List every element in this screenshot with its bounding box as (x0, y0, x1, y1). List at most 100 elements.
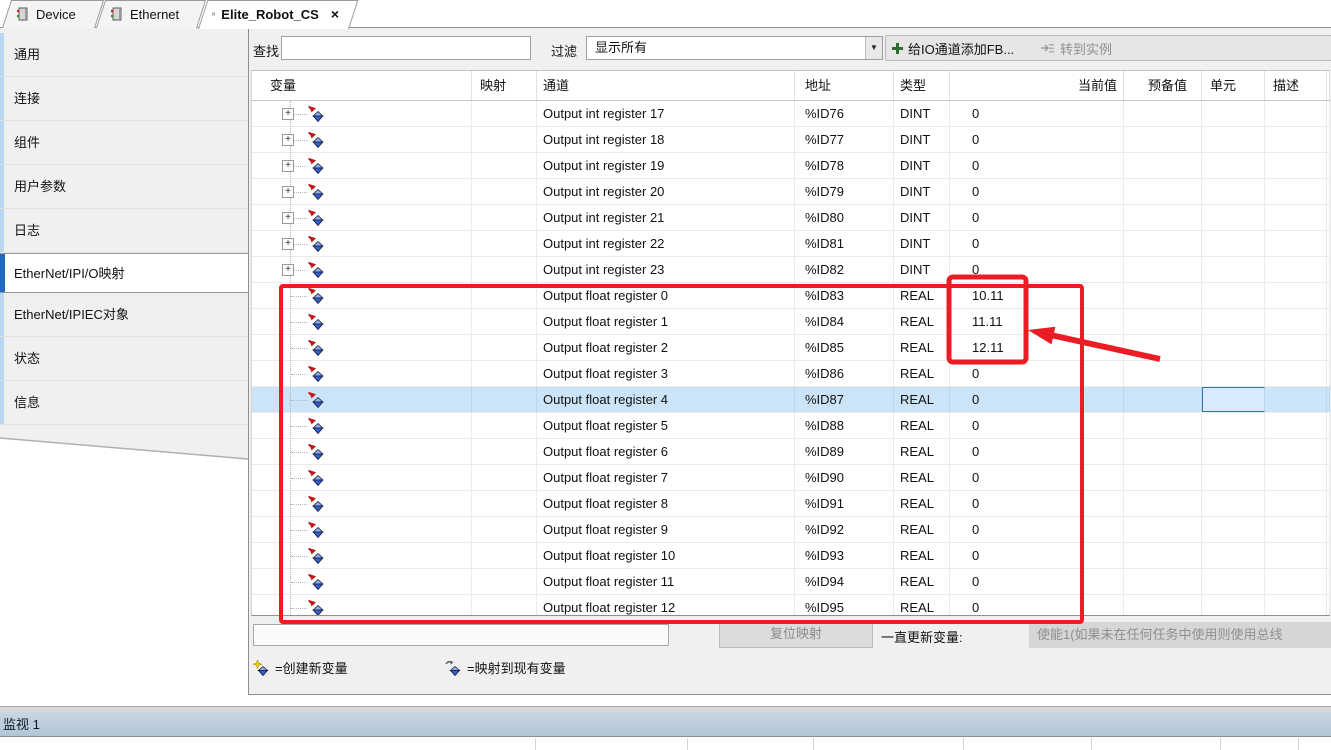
sidebar-item[interactable]: 通用 (0, 33, 248, 77)
prepared-value-cell[interactable] (1124, 179, 1202, 204)
table-row[interactable]: Output float register 7 %ID90 REAL 0 (252, 465, 1330, 491)
unit-cell[interactable] (1202, 465, 1265, 490)
table-row[interactable]: Output float register 10 %ID93 REAL 0 (252, 543, 1330, 569)
table-row[interactable]: Output float register 9 %ID92 REAL 0 (252, 517, 1330, 543)
sidebar-item[interactable]: EtherNet/IPIEC对象 (0, 293, 248, 337)
table-row[interactable]: Output float register 2 %ID85 REAL 12.11 (252, 335, 1330, 361)
prepared-value-cell[interactable] (1124, 309, 1202, 334)
table-row[interactable]: Output float register 5 %ID88 REAL 0 (252, 413, 1330, 439)
unit-cell[interactable] (1202, 309, 1265, 334)
prepared-value-cell[interactable] (1124, 413, 1202, 438)
prepared-value-cell[interactable] (1124, 205, 1202, 230)
expand-icon[interactable]: + (282, 186, 294, 198)
unit-cell[interactable] (1202, 595, 1265, 615)
prepared-value-cell[interactable] (1124, 439, 1202, 464)
editor-tab[interactable]: Ethernet (96, 0, 197, 28)
prepared-value-cell[interactable] (1124, 153, 1202, 178)
editor-tab[interactable]: Device (2, 0, 95, 28)
col-header-variable[interactable]: 变量 (252, 71, 472, 100)
unit-cell[interactable] (1202, 205, 1265, 230)
prepared-value-cell[interactable] (1124, 517, 1202, 542)
description-cell[interactable] (1265, 283, 1327, 308)
unit-cell[interactable] (1202, 257, 1265, 282)
unit-cell[interactable] (1202, 569, 1265, 594)
col-header-current-value[interactable]: 当前值 (950, 71, 1124, 100)
sidebar-item[interactable]: 用户参数 (0, 165, 248, 209)
expand-icon[interactable]: + (282, 160, 294, 172)
prepared-value-cell[interactable] (1124, 387, 1202, 412)
dropdown-arrow-icon[interactable]: ▼ (865, 37, 882, 59)
unit-cell[interactable] (1202, 543, 1265, 568)
description-cell[interactable] (1265, 335, 1327, 360)
description-cell[interactable] (1265, 465, 1327, 490)
col-header-address[interactable]: 地址 (795, 71, 894, 100)
reset-mapping-button[interactable]: 复位映射 (719, 620, 873, 648)
prepared-value-cell[interactable] (1124, 283, 1202, 308)
description-cell[interactable] (1265, 491, 1327, 516)
col-header-unit[interactable]: 单元 (1202, 71, 1265, 100)
prepared-value-cell[interactable] (1124, 595, 1202, 615)
description-cell[interactable] (1265, 439, 1327, 464)
unit-cell[interactable] (1202, 439, 1265, 464)
description-cell[interactable] (1265, 517, 1327, 542)
description-cell[interactable] (1265, 205, 1327, 230)
prepared-value-cell[interactable] (1124, 101, 1202, 126)
find-input[interactable] (281, 36, 531, 60)
editor-tab[interactable]: Elite_Robot_CS × (198, 0, 349, 28)
unit-cell[interactable] (1202, 127, 1265, 152)
focused-cell[interactable] (1202, 387, 1265, 412)
table-row[interactable]: + Output int register 19 %ID78 DINT 0 (252, 153, 1330, 179)
prepared-value-cell[interactable] (1124, 127, 1202, 152)
update-mode-dropdown[interactable]: 使能1(如果未在任何任务中使用则使用总线 (1029, 622, 1331, 648)
description-cell[interactable] (1265, 153, 1327, 178)
table-row[interactable]: + Output int register 17 %ID76 DINT 0 (252, 101, 1330, 127)
expand-icon[interactable]: + (282, 108, 294, 120)
filter-dropdown[interactable]: 显示所有 ▼ (586, 36, 883, 60)
table-row[interactable]: Output float register 8 %ID91 REAL 0 (252, 491, 1330, 517)
col-header-mapping[interactable]: 映射 (472, 71, 537, 100)
prepared-value-cell[interactable] (1124, 465, 1202, 490)
goto-instance-button[interactable]: 转到实例 (1034, 35, 1118, 61)
description-cell[interactable] (1265, 231, 1327, 256)
sidebar-item[interactable]: 连接 (0, 77, 248, 121)
expand-icon[interactable]: + (282, 134, 294, 146)
unit-cell[interactable] (1202, 491, 1265, 516)
table-row[interactable]: Output float register 0 %ID83 REAL 10.11 (252, 283, 1330, 309)
col-header-prepared-value[interactable]: 预备值 (1124, 71, 1202, 100)
expand-icon[interactable]: + (282, 238, 294, 250)
sidebar-item[interactable]: EtherNet/IPI/O映射 (0, 253, 248, 293)
table-row[interactable]: Output float register 1 %ID84 REAL 11.11 (252, 309, 1330, 335)
prepared-value-cell[interactable] (1124, 543, 1202, 568)
table-row[interactable]: + Output int register 23 %ID82 DINT 0 (252, 257, 1330, 283)
unit-cell[interactable] (1202, 283, 1265, 308)
col-header-description[interactable]: 描述 (1265, 71, 1327, 100)
description-cell[interactable] (1265, 179, 1327, 204)
table-row[interactable]: + Output int register 20 %ID79 DINT 0 (252, 179, 1330, 205)
table-row[interactable]: Output float register 3 %ID86 REAL 0 (252, 361, 1330, 387)
sidebar-item[interactable]: 状态 (0, 337, 248, 381)
col-header-channel[interactable]: 通道 (537, 71, 795, 100)
prepared-value-cell[interactable] (1124, 569, 1202, 594)
expand-icon[interactable]: + (282, 264, 294, 276)
sidebar-item[interactable]: 日志 (0, 209, 248, 253)
table-row[interactable]: Output float register 11 %ID94 REAL 0 (252, 569, 1330, 595)
unit-cell[interactable] (1202, 179, 1265, 204)
unit-cell[interactable] (1202, 361, 1265, 386)
prepared-value-cell[interactable] (1124, 361, 1202, 386)
unit-cell[interactable] (1202, 153, 1265, 178)
table-row[interactable]: Output float register 12 %ID95 REAL 0 (252, 595, 1330, 615)
prepared-value-cell[interactable] (1124, 335, 1202, 360)
table-row[interactable]: + Output int register 18 %ID77 DINT 0 (252, 127, 1330, 153)
description-cell[interactable] (1265, 543, 1327, 568)
table-row[interactable]: + Output int register 21 %ID80 DINT 0 (252, 205, 1330, 231)
unit-cell[interactable] (1202, 335, 1265, 360)
unit-cell[interactable] (1202, 517, 1265, 542)
description-cell[interactable] (1265, 595, 1327, 615)
prepared-value-cell[interactable] (1124, 257, 1202, 282)
description-cell[interactable] (1265, 309, 1327, 334)
close-icon[interactable]: × (331, 7, 339, 21)
table-row[interactable]: Output float register 6 %ID89 REAL 0 (252, 439, 1330, 465)
watch-panel-header[interactable]: 监视 1 (0, 712, 1331, 737)
add-fb-button[interactable]: 给IO通道添加FB... (885, 35, 1020, 61)
description-cell[interactable] (1265, 257, 1327, 282)
